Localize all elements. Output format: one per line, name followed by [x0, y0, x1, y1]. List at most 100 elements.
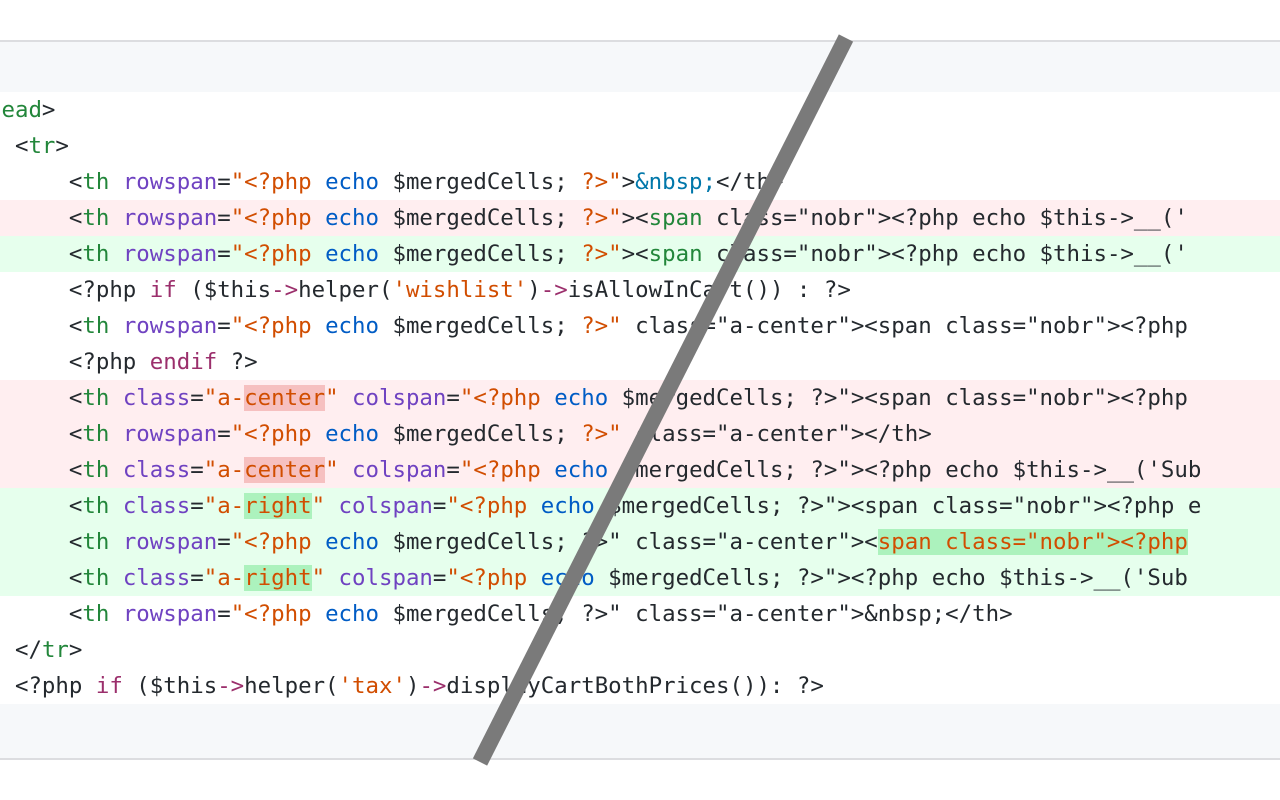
code-token: th — [82, 313, 110, 339]
code-text: <?php if ($this->helper('tax')->displayC… — [0, 668, 824, 704]
code-token: echo — [325, 205, 379, 231]
code-token: span — [648, 205, 703, 231]
code-token: echo — [325, 169, 379, 195]
code-token: ?> — [217, 349, 258, 375]
code-token: "<?php — [230, 421, 326, 447]
code-text: <th rowspan="<?php echo $mergedCells; ?>… — [0, 236, 1188, 272]
code-token: center — [244, 457, 326, 483]
diff-line-context[interactable]: <th rowspan="<?php echo $mergedCells; ?>… — [0, 164, 1280, 200]
code-token: < — [68, 205, 83, 231]
code-token: < — [68, 601, 83, 627]
code-token: &nbsp; — [635, 169, 717, 195]
code-token: th — [82, 241, 110, 267]
code-token: "<?php — [230, 241, 326, 267]
diff-line-context[interactable]: <?php endif ?> — [0, 344, 1280, 380]
code-text: <th class="a-right" colspan="<?php echo … — [0, 560, 1188, 596]
diff-line-context[interactable]: <tr> — [0, 128, 1280, 164]
code-text: <th class="a-center" colspan="<?php echo… — [0, 452, 1201, 488]
code-token: ) — [527, 277, 541, 303]
code-token: th — [82, 421, 110, 447]
code-token: class="a-center"><span class="nobr"><?ph… — [621, 313, 1188, 339]
code-token: tr — [41, 637, 69, 663]
code-token: -> — [540, 277, 568, 303]
code-token: echo — [325, 421, 379, 447]
code-token: "<?php — [459, 457, 555, 483]
diff-line-deleted[interactable]: <th class="a-center" colspan="<?php echo… — [0, 452, 1280, 488]
code-token: > — [68, 637, 83, 663]
diff-line-context[interactable]: <th rowspan="<?php echo $mergedCells; ?>… — [0, 308, 1280, 344]
code-token: displayCartBothPrices()): ?> — [446, 673, 824, 699]
code-token: if — [95, 673, 123, 699]
code-token: if — [149, 277, 177, 303]
code-token: rowspan — [122, 421, 218, 447]
code-token: < — [68, 493, 83, 519]
code-token: $mergedCells; ?>"><?php echo $this->__('… — [608, 457, 1202, 483]
top-margin — [0, 0, 1280, 40]
code-token: "<?php — [230, 313, 326, 339]
code-token: = — [446, 457, 460, 483]
code-token: rowspan — [122, 313, 218, 339]
code-token: echo — [325, 241, 379, 267]
diff-line-added[interactable]: <th class="a-right" colspan="<?php echo … — [0, 560, 1280, 596]
code-token: < — [14, 133, 29, 159]
code-token: <?php — [14, 673, 96, 699]
code-token: right — [244, 565, 312, 591]
diff-line-added[interactable]: <th class="a-right" colspan="<?php echo … — [0, 488, 1280, 524]
code-token: $mergedCells; — [378, 421, 582, 447]
code-token: > — [621, 205, 636, 231]
code-token: = — [446, 385, 460, 411]
code-token: 'tax' — [338, 673, 406, 699]
code-token: th — [82, 457, 110, 483]
hunk-header-top[interactable] — [0, 42, 1280, 92]
code-token: th — [82, 493, 110, 519]
code-token: $mergedCells; — [378, 169, 582, 195]
diff-line-deleted[interactable]: <th rowspan="<?php echo $mergedCells; ?>… — [0, 416, 1280, 452]
diff-line-context[interactable]: </tr> — [0, 632, 1280, 668]
diff-line-added[interactable]: <th rowspan="<?php echo $mergedCells; ?>… — [0, 236, 1280, 272]
code-token: < — [68, 385, 83, 411]
code-token: class="a-center"></th> — [621, 421, 932, 447]
diff-line-deleted[interactable]: <th class="a-center" colspan="<?php echo… — [0, 380, 1280, 416]
code-token: rowspan — [122, 205, 218, 231]
code-text: <?php endif ?> — [0, 344, 258, 380]
diff-line-deleted[interactable]: <th rowspan="<?php echo $mergedCells; ?>… — [0, 200, 1280, 236]
code-text: head> — [0, 92, 55, 128]
diff-line-context[interactable]: <?php if ($this->helper('wishlist')->isA… — [0, 272, 1280, 308]
code-token: $mergedCells; ?>"><?php echo $this->__('… — [594, 565, 1188, 591]
diff-line-context[interactable]: <th rowspan="<?php echo $mergedCells; ?>… — [0, 596, 1280, 632]
code-text: <th rowspan="<?php echo $mergedCells; ?>… — [0, 308, 1188, 344]
hunk-expander-bottom[interactable] — [0, 704, 1280, 758]
code-token: class — [122, 385, 191, 411]
code-token: th — [82, 565, 110, 591]
diff-line-context[interactable]: <?php if ($this->helper('tax')->displayC… — [0, 668, 1280, 704]
diff-line-added[interactable]: <th rowspan="<?php echo $mergedCells; ?>… — [0, 524, 1280, 560]
code-token: class="nobr"><?php echo $this->__(' — [702, 205, 1188, 231]
code-token: echo — [325, 601, 379, 627]
code-token: > — [621, 241, 636, 267]
code-token: ?>" — [581, 241, 622, 267]
code-token: > — [41, 97, 56, 123]
code-token: echo — [325, 313, 379, 339]
code-token: = — [190, 457, 204, 483]
code-token: "<?php — [459, 385, 555, 411]
diff-line-context[interactable]: head> — [0, 92, 1280, 128]
code-token: > — [621, 169, 636, 195]
code-token: ?>" — [581, 169, 622, 195]
code-token: head — [0, 97, 42, 123]
code-token: -> — [271, 277, 299, 303]
